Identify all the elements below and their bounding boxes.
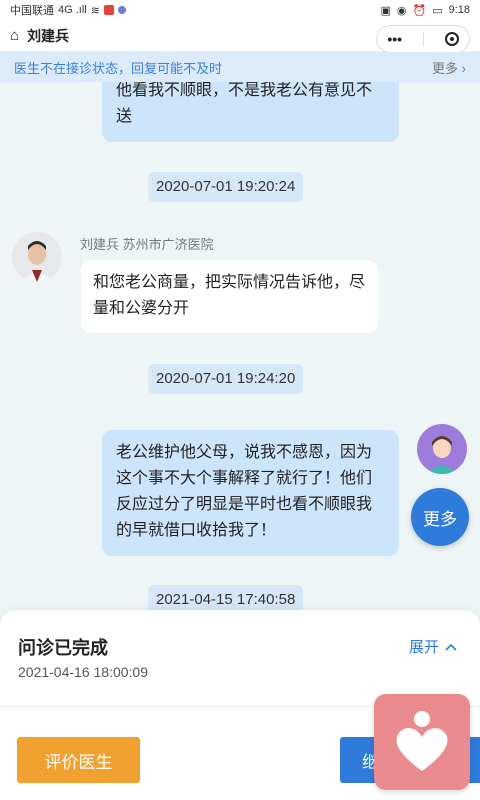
more-fab-button[interactable]: 更多 <box>411 488 469 546</box>
mini-program-capsule: ••• <box>376 25 470 53</box>
consultation-date: 2021-04-16 18:00:09 <box>18 664 148 680</box>
message-text: 和您老公商量，把实际情况告诉他，尽量和公婆分开 <box>93 274 366 317</box>
home-icon[interactable]: ⌂ <box>10 27 19 44</box>
eye-icon: ◉ <box>396 4 407 17</box>
wifi-icon: ≋ <box>90 4 100 17</box>
heart-float-button[interactable] <box>374 694 470 790</box>
rate-doctor-button[interactable]: 评价医生 <box>17 737 140 783</box>
timestamp: 2020-07-01 19:20:24 <box>148 172 304 202</box>
menu-more-button[interactable]: ••• <box>387 31 402 47</box>
notice-text: 医生不在接诊状态，回复可能不及时 <box>14 60 223 76</box>
message-text: 他看我不顺眼，不是我老公有意见不送 <box>116 82 373 125</box>
message-text: 老公维护他父母，说我不感恩，因为这个事不大个事解释了就行了！他们反应过分了明显是… <box>116 444 373 539</box>
doctor-status-notice: 医生不在接诊状态，回复可能不及时 更多 › <box>0 52 480 82</box>
chevron-up-icon <box>445 638 457 655</box>
close-target-icon[interactable] <box>444 32 459 46</box>
carrier-label: 中国联通 <box>10 5 54 17</box>
notification-badge-icon <box>103 5 114 15</box>
chat-list[interactable]: 他看我不顺眼，不是我老公有意见不送 2020-07-01 19:20:24 刘建… <box>0 82 480 622</box>
consultation-status: 问诊已完成 <box>18 638 108 658</box>
capsule-divider <box>422 32 424 46</box>
status-bar: 中国联通 4G .ıll ≋ ▣ ◉ ⏰ ▭ 9:18 <box>0 0 480 20</box>
doctor-name-label: 刘建兵 苏州市广济医院 <box>80 237 214 252</box>
my-message-bubble: 老公维护他父母，说我不感恩，因为这个事不大个事解释了就行了！他们反应过分了明显是… <box>102 430 399 556</box>
doctor-avatar[interactable] <box>12 232 62 282</box>
notice-more-label: 更多 <box>432 60 459 76</box>
chevron-right-icon: › <box>461 60 466 76</box>
expand-label: 展开 <box>409 639 440 656</box>
heart-icon <box>396 711 448 771</box>
my-message-bubble: 他看我不顺眼，不是我老公有意见不送 <box>102 82 399 142</box>
battery-icon: ▭ <box>432 4 443 17</box>
notice-more-link[interactable]: 更多 › <box>432 58 466 77</box>
alarm-icon: ⏰ <box>412 4 427 17</box>
doctor-message-bubble: 和您老公商量，把实际情况告诉他，尽量和公婆分开 <box>81 260 378 333</box>
expand-button[interactable]: 展开 <box>409 636 457 657</box>
app-notification-icon <box>117 6 126 14</box>
nfc-icon: ▣ <box>380 4 391 17</box>
user-avatar[interactable] <box>417 424 467 474</box>
signal-indicator: 4G .ıll <box>58 4 87 16</box>
timestamp: 2020-07-01 19:24:20 <box>148 364 304 394</box>
page-title: 刘建兵 <box>27 27 70 44</box>
clock-time: 9:18 <box>448 4 470 16</box>
